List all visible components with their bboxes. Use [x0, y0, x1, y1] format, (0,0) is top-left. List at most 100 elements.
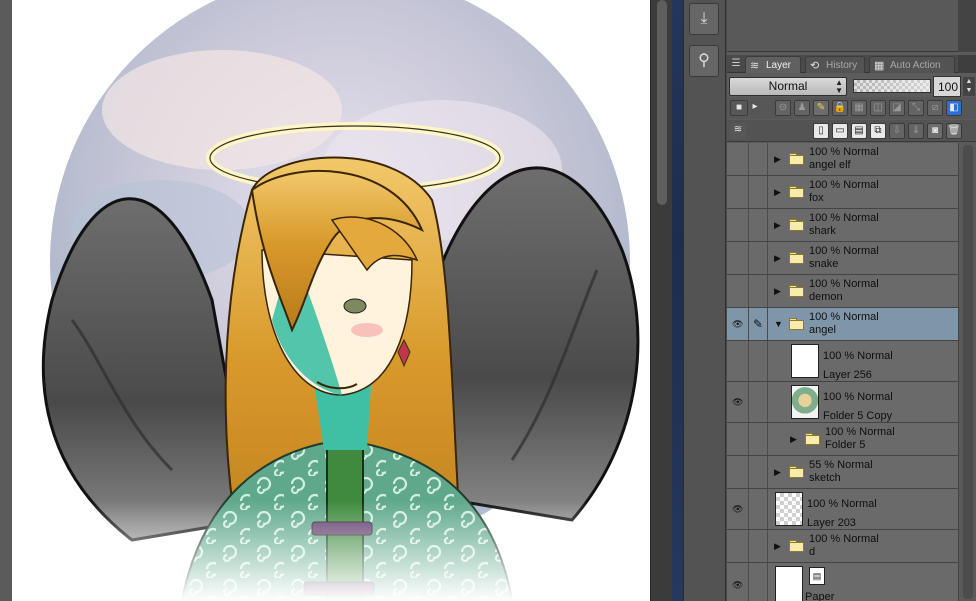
ruler-link-icon[interactable]: ⤡: [908, 100, 924, 116]
delete-layer-icon[interactable]: 🗑: [946, 123, 962, 139]
layer-color-swap-icon[interactable]: ◧: [946, 100, 962, 116]
canvas-paper[interactable]: [12, 0, 650, 601]
panel-menu-icon[interactable]: ☰: [729, 57, 743, 71]
expand-arrow-icon[interactable]: ▶: [774, 153, 781, 165]
layer-list-scroll-thumb[interactable]: [963, 145, 973, 599]
canvas-area[interactable]: [0, 0, 650, 601]
visibility-toggle[interactable]: 👁: [727, 563, 749, 601]
layer-name: angel: [809, 324, 836, 336]
layer-row[interactable]: 👁 100 % Normal Folder 5 Copy: [727, 382, 958, 423]
blend-mode-value: Normal: [768, 79, 808, 93]
opacity-stepper[interactable]: ▲ ▼: [963, 77, 975, 96]
visibility-toggle[interactable]: [727, 530, 749, 562]
new-raster-layer-icon[interactable]: ▯: [813, 123, 829, 139]
dropdown-arrow-icon[interactable]: ▸: [751, 100, 759, 116]
lock-transparent-icon[interactable]: ▦: [851, 100, 867, 116]
edit-target-toggle[interactable]: ✎: [749, 308, 768, 340]
edit-target-toggle[interactable]: [749, 382, 768, 422]
tab-history[interactable]: ⟲ History: [805, 56, 865, 73]
expand-arrow-icon[interactable]: ▶: [774, 285, 781, 297]
visibility-toggle[interactable]: [727, 423, 749, 455]
edit-target-toggle[interactable]: [749, 489, 768, 529]
new-vector-layer-icon[interactable]: ▭: [832, 123, 848, 139]
lock-icon[interactable]: 🔒: [832, 100, 848, 116]
clip-lower-icon[interactable]: ⊝: [775, 100, 791, 116]
collapse-arrow-icon[interactable]: ▼: [774, 318, 783, 330]
visibility-toggle[interactable]: [727, 242, 749, 274]
layer-row[interactable]: 👁 100 % Normal Layer 203: [727, 489, 958, 530]
tab-scroll[interactable]: [958, 55, 976, 73]
ruler-range-icon[interactable]: ⧄: [927, 100, 943, 116]
visibility-toggle[interactable]: [727, 209, 749, 241]
merge-down-icon[interactable]: ⇓: [908, 123, 924, 139]
expand-arrow-icon[interactable]: ▶: [790, 433, 797, 445]
layer-list-scrollbar[interactable]: [958, 143, 976, 601]
edit-target-toggle[interactable]: [749, 242, 768, 274]
layer-row[interactable]: ▶ 100 % Normal d: [727, 530, 958, 563]
layer-toolbar: ≋ ▯ ▭ ▤ ⧉ ⇩ ⇓ ◙ 🗑: [727, 120, 976, 142]
layer-row[interactable]: ▶ 100 % Normal shark: [727, 209, 958, 242]
layer-row[interactable]: 100 % Normal Layer 256: [727, 341, 958, 382]
transfer-down-icon[interactable]: ⇩: [889, 123, 905, 139]
edit-target-toggle[interactable]: [749, 176, 768, 208]
edit-target-toggle[interactable]: [749, 456, 768, 488]
mask-enable-icon[interactable]: ◫: [870, 100, 886, 116]
layer-row[interactable]: 👁 ▤ Paper: [727, 563, 958, 601]
layer-row[interactable]: ▶ 100 % Normal angel elf: [727, 143, 958, 176]
opacity-slider[interactable]: [853, 79, 931, 93]
visibility-toggle[interactable]: 👁: [727, 382, 749, 422]
visibility-toggle[interactable]: 👁: [727, 308, 749, 340]
layer-mask-icon[interactable]: ◙: [927, 123, 943, 139]
pen-icon: ✎: [753, 317, 764, 331]
scrollbar-thumb[interactable]: [657, 0, 667, 205]
layer-row[interactable]: 👁 ✎ ▼ 100 % Normal angel: [727, 308, 958, 341]
layer-row[interactable]: ▶ 100 % Normal snake: [727, 242, 958, 275]
mask-area-icon[interactable]: ◪: [889, 100, 905, 116]
visibility-toggle[interactable]: [727, 341, 749, 381]
figure-3d-icon[interactable]: ⚲: [689, 45, 719, 77]
dock-strip: [672, 0, 684, 601]
edit-target-toggle[interactable]: [749, 563, 768, 601]
layer-row[interactable]: ▶ 100 % Normal demon: [727, 275, 958, 308]
edit-target-toggle[interactable]: [749, 143, 768, 175]
expand-arrow-icon[interactable]: ▶: [774, 466, 781, 478]
expand-arrow-icon[interactable]: ▶: [774, 186, 781, 198]
layer-mode: 100 % Normal: [823, 350, 893, 362]
tab-auto-action-label: Auto Action: [890, 60, 941, 71]
expand-arrow-icon[interactable]: ▶: [774, 219, 781, 231]
layer-color-icon[interactable]: ■: [730, 100, 748, 116]
import-icon[interactable]: ⤓: [689, 3, 719, 35]
edit-target-toggle[interactable]: [749, 530, 768, 562]
edit-target-toggle[interactable]: [749, 275, 768, 307]
eye-icon: 👁: [732, 504, 744, 514]
blend-mode-select[interactable]: Normal ▲ ▼: [729, 77, 847, 96]
layer-thumbnail: [791, 344, 819, 378]
layer-stack-toggle-icon[interactable]: ≋: [730, 123, 746, 139]
layer-property-row: ■ ▸ ⊝ ♟ ✎ 🔒 ▦ ◫ ◪ ⤡ ⧄ ◧: [727, 97, 976, 119]
tab-auto-action[interactable]: ▦ Auto Action: [869, 56, 955, 73]
opacity-value[interactable]: 100: [933, 76, 961, 97]
visibility-toggle[interactable]: [727, 456, 749, 488]
expand-arrow-icon[interactable]: ▶: [774, 540, 781, 552]
edit-target-toggle[interactable]: [749, 423, 768, 455]
visibility-toggle[interactable]: [727, 275, 749, 307]
edit-target-toggle[interactable]: [749, 341, 768, 381]
upper-panel-scrollbar[interactable]: [958, 0, 976, 52]
layer-row[interactable]: ▶ 100 % Normal Folder 5: [727, 423, 958, 456]
visibility-toggle[interactable]: 👁: [727, 489, 749, 529]
canvas-vertical-scrollbar[interactable]: [650, 0, 672, 601]
auto-action-icon: ▦: [874, 60, 885, 72]
folder-icon: [789, 219, 804, 231]
reference-layer-icon[interactable]: ♟: [794, 100, 810, 116]
new-folder-icon[interactable]: ▤: [851, 123, 867, 139]
draft-layer-icon[interactable]: ✎: [813, 100, 829, 116]
visibility-toggle[interactable]: [727, 143, 749, 175]
visibility-toggle[interactable]: [727, 176, 749, 208]
layer-row[interactable]: ▶ 100 % Normal fox: [727, 176, 958, 209]
layer-row[interactable]: ▶ 55 % Normal sketch: [727, 456, 958, 489]
expand-arrow-icon[interactable]: ▶: [774, 252, 781, 264]
duplicate-layer-icon[interactable]: ⧉: [870, 123, 886, 139]
layer-list: ▶ 100 % Normal angel elf ▶ 100 % Normal fox ▶ 1…: [727, 143, 958, 601]
tab-layer[interactable]: ≋ Layer: [745, 56, 801, 73]
edit-target-toggle[interactable]: [749, 209, 768, 241]
